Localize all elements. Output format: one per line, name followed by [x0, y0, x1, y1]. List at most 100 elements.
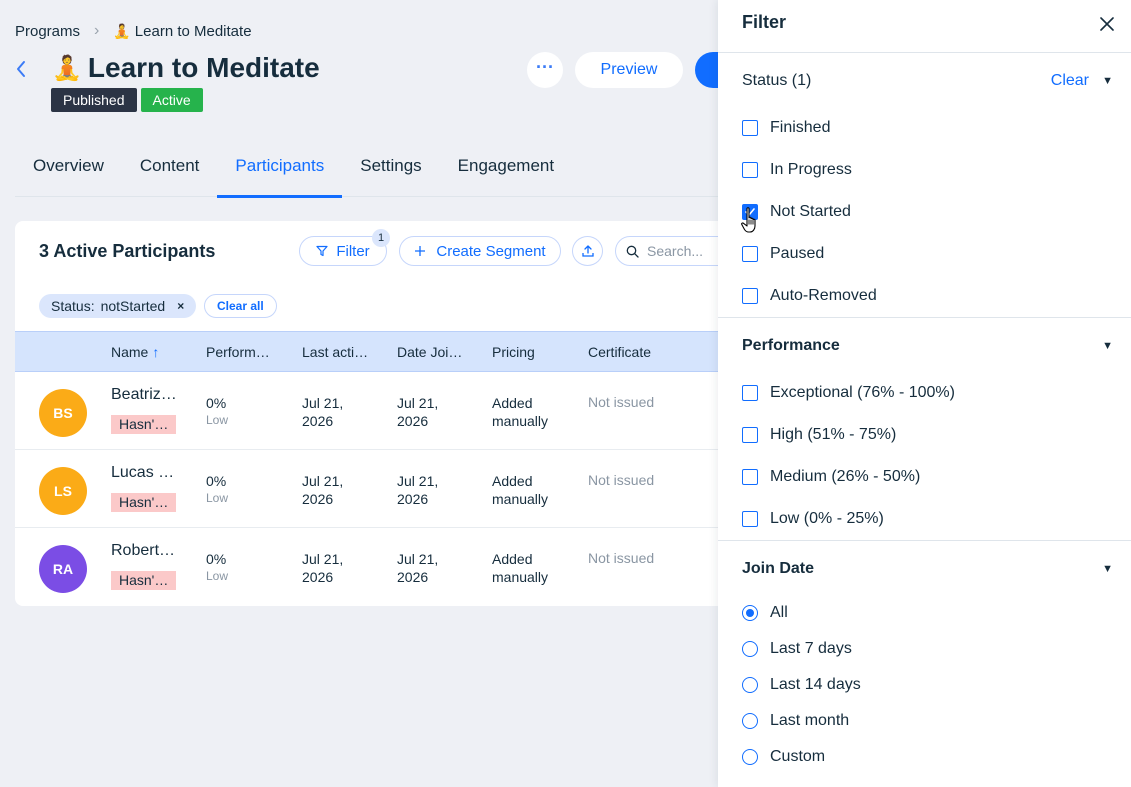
- last-activity-year: 2026: [302, 569, 334, 585]
- checkbox[interactable]: [742, 385, 758, 401]
- column-pricing[interactable]: Pricing: [492, 344, 535, 360]
- funnel-icon: [316, 245, 328, 257]
- remove-chip-icon[interactable]: ×: [177, 299, 184, 313]
- join-date-option-last-7-days[interactable]: Last 7 days: [718, 631, 1131, 667]
- table-row[interactable]: RA Robert… Hasn'… 0% Low Jul 21, 2026 Jul…: [15, 528, 718, 606]
- breadcrumb-programs[interactable]: Programs: [15, 23, 80, 40]
- performance-option-low[interactable]: Low (0% - 25%): [718, 498, 1131, 540]
- checkbox[interactable]: [742, 469, 758, 485]
- join-date-section: Join Date ▼ All Last 7 days Last 14 days…: [718, 541, 1131, 775]
- create-segment-button[interactable]: Create Segment: [399, 236, 561, 266]
- status-option-finished[interactable]: Finished: [718, 107, 1131, 149]
- filter-count-badge: 1: [372, 229, 390, 247]
- column-name[interactable]: Name ↑: [111, 344, 159, 360]
- checkbox[interactable]: [742, 162, 758, 178]
- table-row[interactable]: LS Lucas … Hasn'… 0% Low Jul 21, 2026 Jul…: [15, 450, 718, 528]
- status-option-not-started[interactable]: Not Started: [718, 191, 1131, 233]
- pricing: Added manually: [492, 394, 548, 430]
- back-button[interactable]: [10, 58, 32, 84]
- tab-overview[interactable]: Overview: [15, 145, 122, 197]
- join-date-option-custom[interactable]: Custom: [718, 739, 1131, 775]
- last-activity-date: Jul 21,: [302, 395, 344, 411]
- pricing: Added manually: [492, 550, 548, 586]
- column-last-activity[interactable]: Last acti…: [302, 344, 368, 360]
- radio[interactable]: [742, 677, 758, 693]
- tab-bar: Overview Content Participants Settings E…: [15, 145, 718, 198]
- status-option-in-progress[interactable]: In Progress: [718, 149, 1131, 191]
- performance-option-medium[interactable]: Medium (26% - 50%): [718, 456, 1131, 498]
- caret-down-icon[interactable]: ▼: [1102, 75, 1113, 87]
- column-certificate[interactable]: Certificate: [588, 344, 651, 360]
- checkbox[interactable]: [742, 120, 758, 136]
- table-row[interactable]: BS Beatriz… Hasn'… 0% Low Jul 21, 2026 Ju…: [15, 372, 718, 450]
- checkbox-checked[interactable]: [742, 204, 758, 220]
- option-label: Paused: [770, 245, 825, 262]
- join-date-option-last-month[interactable]: Last month: [718, 703, 1131, 739]
- chip-key: Status:: [51, 298, 95, 314]
- radio[interactable]: [742, 713, 758, 729]
- pricing-line1: Added: [492, 473, 533, 489]
- date-joined-year: 2026: [397, 491, 429, 507]
- clear-all-button[interactable]: Clear all: [204, 294, 277, 318]
- status-filter-chip: Status: notStarted ×: [39, 294, 197, 318]
- more-actions-button[interactable]: ···: [527, 52, 563, 88]
- radio-selected[interactable]: [742, 605, 758, 621]
- performance-section-header[interactable]: Performance ▼: [718, 318, 1131, 372]
- table-header: Name ↑ Perform… Last acti… Date Joi… Pric…: [15, 331, 718, 372]
- export-button[interactable]: [572, 236, 603, 266]
- close-icon: [1100, 17, 1114, 31]
- option-label: Finished: [770, 119, 831, 136]
- checkmark-icon: [745, 208, 755, 216]
- checkbox[interactable]: [742, 246, 758, 262]
- page-title: 🧘 Learn to Meditate: [52, 52, 320, 84]
- performance-level: Low: [206, 491, 229, 505]
- column-date-joined[interactable]: Date Joi…: [397, 344, 462, 360]
- close-button[interactable]: [1095, 12, 1119, 36]
- checkbox[interactable]: [742, 427, 758, 443]
- option-label: High (51% - 75%): [770, 426, 897, 443]
- status-clear-link[interactable]: Clear: [1051, 72, 1089, 90]
- filter-button-label: Filter: [336, 242, 370, 260]
- status-section-header[interactable]: Status (1) Clear ▼: [718, 53, 1131, 107]
- search-input[interactable]: [647, 243, 718, 259]
- certificate-status: Not issued: [588, 394, 655, 410]
- performance-level: Low: [206, 569, 229, 583]
- checkbox[interactable]: [742, 511, 758, 527]
- avatar: RA: [39, 545, 87, 593]
- performance-value: 0%: [206, 395, 227, 411]
- performance-value: 0%: [206, 473, 227, 489]
- active-badge: Active: [140, 88, 203, 112]
- radio[interactable]: [742, 641, 758, 657]
- pricing-line1: Added: [492, 395, 533, 411]
- meditation-emoji-icon: 🧘: [52, 54, 82, 82]
- tab-participants[interactable]: Participants: [217, 145, 343, 198]
- join-date-option-last-14-days[interactable]: Last 14 days: [718, 667, 1131, 703]
- tab-settings[interactable]: Settings: [342, 145, 439, 197]
- option-label: All: [770, 604, 788, 621]
- last-activity-year: 2026: [302, 413, 334, 429]
- avatar: BS: [39, 389, 87, 437]
- option-label: Last month: [770, 712, 850, 729]
- option-label: Custom: [770, 748, 826, 765]
- radio[interactable]: [742, 749, 758, 765]
- date-joined-date: Jul 21,: [397, 473, 439, 489]
- caret-down-icon[interactable]: ▼: [1102, 563, 1113, 575]
- status-tag: Hasn'…: [111, 415, 177, 434]
- status-option-paused[interactable]: Paused: [718, 233, 1131, 275]
- performance-option-high[interactable]: High (51% - 75%): [718, 414, 1131, 456]
- status-badges: Published Active: [51, 88, 203, 112]
- caret-down-icon[interactable]: ▼: [1102, 340, 1113, 352]
- tab-engagement[interactable]: Engagement: [440, 145, 572, 197]
- performance-option-exceptional[interactable]: Exceptional (76% - 100%): [718, 372, 1131, 414]
- join-date-section-header[interactable]: Join Date ▼: [718, 541, 1131, 595]
- column-performance[interactable]: Perform…: [206, 344, 270, 360]
- primary-action-button[interactable]: [695, 52, 718, 88]
- checkbox[interactable]: [742, 288, 758, 304]
- meditation-emoji-icon: 🧘: [113, 22, 131, 39]
- preview-button[interactable]: Preview: [575, 52, 683, 88]
- tab-content[interactable]: Content: [122, 145, 218, 197]
- chip-value: notStarted: [100, 298, 166, 314]
- date-joined: Jul 21, 2026: [397, 472, 438, 508]
- join-date-option-all[interactable]: All: [718, 595, 1131, 631]
- status-option-auto-removed[interactable]: Auto-Removed: [718, 275, 1131, 317]
